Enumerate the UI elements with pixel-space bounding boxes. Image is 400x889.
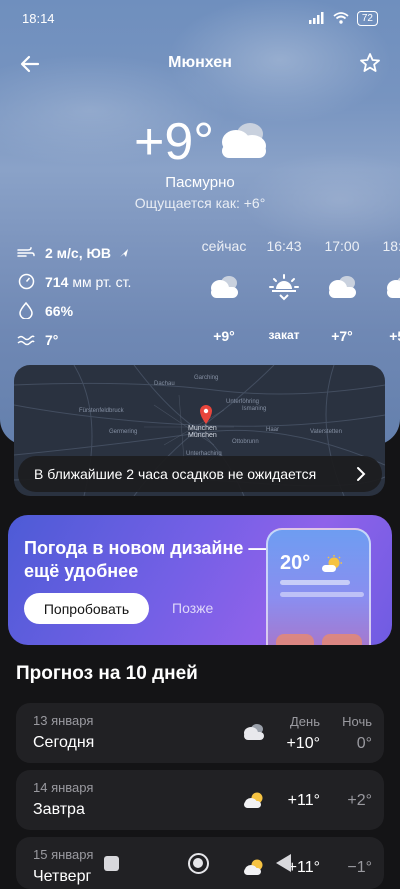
hour-item: сейчас +9° bbox=[196, 238, 252, 344]
phone-preview: 20° bbox=[266, 528, 371, 645]
status-icons: 72 bbox=[308, 10, 378, 26]
map-label: Ottobrunn bbox=[232, 439, 259, 445]
night-temp: 0° bbox=[356, 735, 372, 752]
hourly-forecast[interactable]: сейчас +9° 16:43 закат 17:00 +7° 18:00 +… bbox=[196, 238, 400, 348]
forecast-day-row[interactable]: 14 января Завтра +11° +2° bbox=[16, 770, 384, 830]
signal-icon bbox=[308, 12, 324, 24]
pressure-value: 714 bbox=[45, 273, 69, 290]
water-temp-row: 7° bbox=[16, 325, 186, 354]
home-icon[interactable] bbox=[188, 853, 209, 874]
preview-line bbox=[280, 592, 364, 597]
map-label: Garching bbox=[194, 375, 218, 381]
chevron-right-icon bbox=[357, 467, 366, 481]
map-label: Dachau bbox=[154, 381, 175, 387]
top-bar: Мюнхен bbox=[0, 48, 400, 80]
sunset-icon bbox=[269, 274, 299, 301]
day-temp: +10° bbox=[286, 735, 320, 752]
map-label: Fürstenfeldbruck bbox=[79, 408, 125, 414]
weather-details: 2 м/с, ЮВ 714 мм рт. ст. 66% 7° bbox=[16, 238, 186, 354]
system-nav-bar bbox=[0, 846, 400, 889]
hour-time: сейчас bbox=[201, 238, 247, 254]
preview-temp: 20° bbox=[280, 552, 311, 574]
map-city-label: Munchen bbox=[188, 425, 217, 432]
night-header: Ночь bbox=[342, 714, 372, 729]
current-temp-block: +9° bbox=[0, 112, 400, 172]
status-time: 18:14 bbox=[22, 10, 55, 26]
day-header: День bbox=[290, 714, 320, 729]
map-label: Germering bbox=[109, 429, 137, 435]
wind-direction-icon bbox=[120, 248, 129, 257]
preview-tile bbox=[322, 634, 362, 645]
sun-cloud-icon bbox=[322, 555, 342, 572]
night-temp: +2° bbox=[347, 792, 372, 809]
city-title: Мюнхен bbox=[168, 54, 232, 71]
day-name: Сегодня bbox=[33, 734, 95, 751]
day-temp: +11° bbox=[287, 792, 320, 809]
current-temp: +9° bbox=[133, 113, 215, 171]
humidity-row: 66% bbox=[16, 296, 186, 325]
pressure-unit: мм рт. ст. bbox=[72, 273, 132, 290]
wind-row: 2 м/с, ЮВ bbox=[16, 238, 186, 267]
cloudy-icon bbox=[329, 276, 356, 298]
promo-banner: Погода в новом дизайне — ещё удобнее Поп… bbox=[8, 515, 392, 645]
water-waves-icon bbox=[16, 330, 36, 350]
hour-item: 16:43 закат bbox=[256, 238, 312, 342]
map-label: Unterföhring bbox=[226, 399, 259, 405]
day-name: Завтра bbox=[33, 801, 85, 818]
wind-icon bbox=[16, 243, 36, 263]
battery-indicator: 72 bbox=[356, 10, 378, 26]
forecast-day-row[interactable]: 13 января Сегодня День Ночь +10° 0° bbox=[16, 703, 384, 763]
status-bar: 18:14 72 bbox=[0, 0, 400, 36]
location-pin-icon bbox=[200, 405, 212, 424]
favorite-star-icon[interactable] bbox=[358, 51, 382, 75]
map-label: Haar bbox=[266, 427, 279, 433]
forecast-title: Прогноз на 10 дней bbox=[16, 663, 198, 684]
hour-temp: +9° bbox=[213, 328, 235, 344]
pressure-gauge-icon bbox=[16, 272, 36, 292]
promo-title: Погода в новом дизайне — ещё удобнее bbox=[24, 538, 267, 581]
try-button[interactable]: Попробовать bbox=[24, 593, 149, 624]
humidity-drop-icon bbox=[16, 301, 36, 321]
cloudy-icon bbox=[211, 276, 238, 298]
wind-value: 2 м/с, ЮВ bbox=[45, 244, 112, 261]
partly-cloudy-icon bbox=[244, 792, 263, 808]
cloudy-icon bbox=[222, 123, 266, 158]
hour-temp: +7° bbox=[331, 328, 353, 344]
cloudy-icon bbox=[387, 277, 400, 298]
day-date: 13 января bbox=[33, 713, 94, 728]
precipitation-banner[interactable]: В ближайшие 2 часа осадков не ожидается bbox=[18, 456, 382, 492]
wifi-icon bbox=[333, 12, 349, 24]
feels-like-text: Ощущается как: +6° bbox=[134, 195, 266, 211]
hour-item: 18:00 +5° bbox=[372, 238, 400, 344]
condition-text: Пасмурно bbox=[165, 174, 235, 191]
preview-tile bbox=[276, 634, 314, 645]
map-city-label: München bbox=[188, 432, 217, 439]
hour-temp: закат bbox=[268, 328, 300, 342]
hour-time: 16:43 bbox=[266, 238, 302, 254]
back-triangle-icon[interactable] bbox=[276, 854, 291, 872]
water-temp-value: 7° bbox=[45, 331, 59, 348]
day-date: 14 января bbox=[33, 780, 94, 795]
map-label: Ismaning bbox=[242, 406, 266, 412]
cloudy-icon bbox=[244, 724, 264, 740]
later-button[interactable]: Позже bbox=[172, 600, 213, 616]
hour-temp: +5° bbox=[389, 328, 400, 344]
map-label: Vaterstetten bbox=[310, 429, 342, 435]
pressure-row: 714 мм рт. ст. bbox=[16, 267, 186, 296]
preview-line bbox=[280, 580, 350, 585]
hour-item: 17:00 +7° bbox=[314, 238, 370, 344]
recent-apps-icon[interactable] bbox=[104, 856, 119, 871]
humidity-value: 66% bbox=[45, 302, 74, 319]
precipitation-text: В ближайшие 2 часа осадков не ожидается bbox=[34, 466, 317, 482]
hour-time: 17:00 bbox=[324, 238, 360, 254]
hour-time: 18:00 bbox=[382, 238, 400, 254]
